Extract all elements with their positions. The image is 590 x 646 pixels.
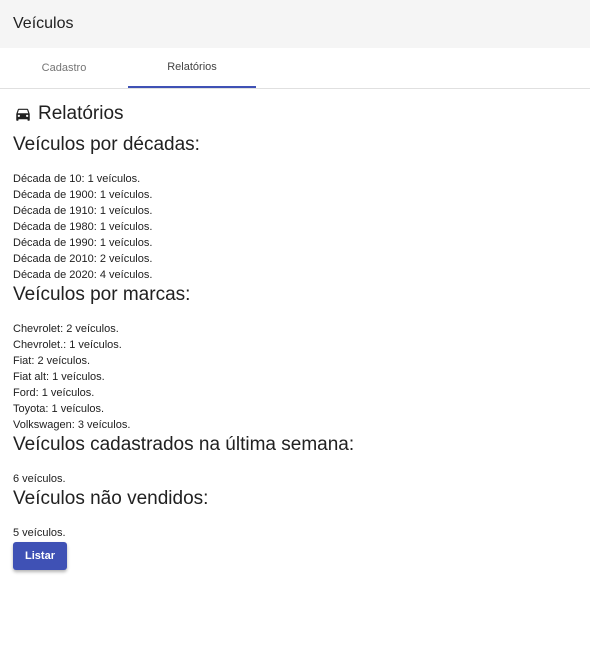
list-button[interactable]: Listar [13,542,67,570]
section-title-brands: Veículos por marcas: [13,284,191,305]
section-brands: Veículos por marcas: Chevrolet: 2 veícul… [13,283,577,433]
app-title: Veículos [13,15,74,32]
section-title-decades: Veículos por décadas: [13,134,200,155]
tab-cadastro[interactable]: Cadastro [0,48,128,88]
section-last-week: Veículos cadastrados na última semana: 6… [13,433,577,487]
list-item: Ford: 1 veículos. [13,387,95,399]
last-week-value-wrap: 6 veículos. [13,471,577,487]
page-title: Relatórios [38,103,124,124]
list-item: Fiat alt: 1 veículos. [13,371,105,383]
list-item: Década de 10: 1 veículos. [13,173,141,185]
list-item: Chevrolet.: 1 veículos. [13,339,122,351]
main-content: Relatórios Veículos por décadas: Década … [0,103,590,570]
tab-bar: Cadastro Relatórios [0,48,590,89]
section-unsold: Veículos não vendidos: 5 veículos. [13,487,577,541]
decades-list: Década de 10: 1 veículos. Década de 1900… [13,171,577,283]
list-item: Chevrolet: 2 veículos. [13,323,119,335]
section-title-unsold: Veículos não vendidos: [13,488,209,509]
list-item: Década de 1990: 1 veículos. [13,237,153,249]
brands-list: Chevrolet: 2 veículos. Chevrolet.: 1 veí… [13,321,577,433]
section-title-last-week: Veículos cadastrados na última semana: [13,434,355,455]
list-item: Volkswagen: 3 veículos. [13,419,131,431]
unsold-count: 5 veículos. [13,527,66,539]
list-item: Década de 1900: 1 veículos. [13,189,153,201]
page-heading: Relatórios [13,103,577,125]
last-week-count: 6 veículos. [13,473,66,485]
app-toolbar: Veículos [0,0,590,48]
list-item: Década de 1910: 1 veículos. [13,205,153,217]
list-item: Década de 1980: 1 veículos. [13,221,153,233]
unsold-value-wrap: 5 veículos. [13,525,577,541]
list-item: Fiat: 2 veículos. [13,355,91,367]
tab-relatorios[interactable]: Relatórios [128,48,256,88]
section-decades: Veículos por décadas: Década de 10: 1 ve… [13,133,577,283]
list-item: Década de 2020: 4 veículos. [13,269,153,281]
list-item: Década de 2010: 2 veículos. [13,253,153,265]
car-icon [16,108,30,121]
list-item: Toyota: 1 veículos. [13,403,105,415]
